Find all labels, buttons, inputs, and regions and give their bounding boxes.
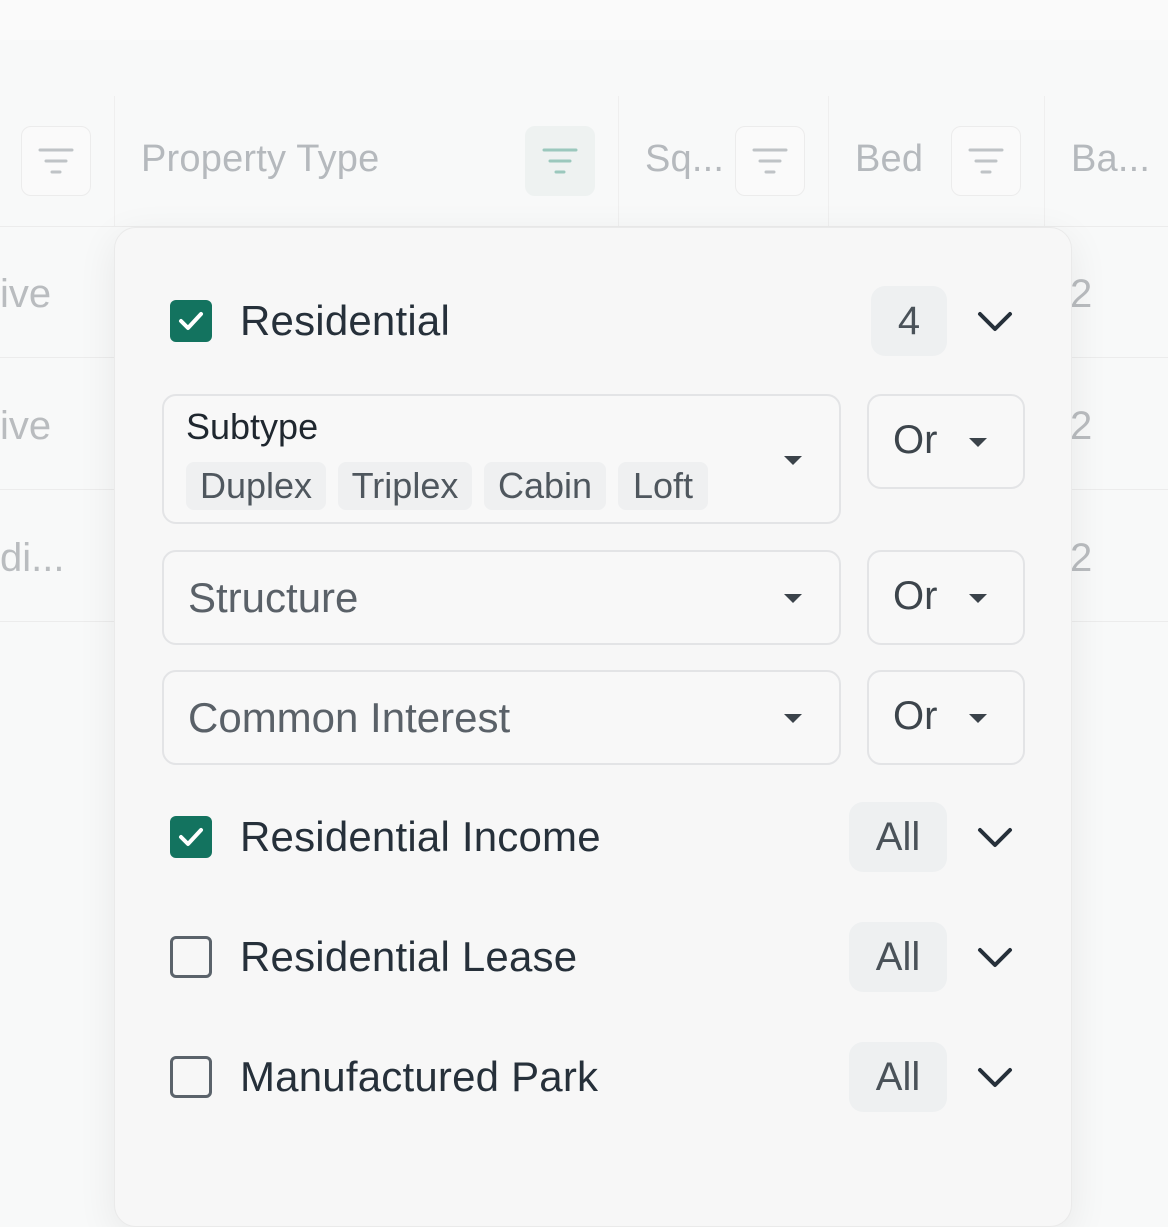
residential-count-badge: 4 xyxy=(871,286,947,356)
column-separator xyxy=(618,96,619,226)
subtype-operator-select[interactable]: Or xyxy=(867,394,1025,489)
column-title-bed[interactable]: Bed xyxy=(855,138,923,181)
common-interest-label: Common Interest xyxy=(188,694,511,741)
residential-checkbox[interactable] xyxy=(170,300,212,342)
column-title-bath[interactable]: Ba... xyxy=(1071,138,1150,181)
manufactured-park-label[interactable]: Manufactured Park xyxy=(240,1053,598,1101)
table-cell: ive xyxy=(0,272,52,316)
caret-down-icon xyxy=(969,594,987,603)
residential-label[interactable]: Residential xyxy=(240,297,450,345)
filter-lines-icon xyxy=(542,148,578,174)
column-title-sqft[interactable]: Sq... xyxy=(645,138,724,181)
top-band xyxy=(0,0,1168,40)
filter-lines-icon xyxy=(968,148,1004,174)
filter-lines-icon xyxy=(752,148,788,174)
chip-loft[interactable]: Loft xyxy=(618,462,708,510)
table-cell: di... xyxy=(0,536,65,580)
table-cell: 2 xyxy=(1070,536,1093,580)
residential-income-badge: All xyxy=(849,802,947,872)
residential-income-label[interactable]: Residential Income xyxy=(240,813,601,861)
manufactured-park-badge: All xyxy=(849,1042,947,1112)
filter-button-property-type[interactable] xyxy=(525,126,595,196)
filter-button-prev-column[interactable] xyxy=(21,126,91,196)
caret-down-icon xyxy=(784,594,802,603)
property-type-filter-panel: Residential 4 Subtype Duplex Triplex Cab… xyxy=(114,227,1072,1227)
caret-down-icon xyxy=(784,456,802,465)
chevron-down-icon[interactable] xyxy=(975,301,1015,341)
chevron-down-icon[interactable] xyxy=(975,1057,1015,1097)
filter-button-sqft[interactable] xyxy=(735,126,805,196)
check-icon xyxy=(179,828,203,846)
structure-operator-select[interactable]: Or xyxy=(867,550,1025,645)
residential-income-checkbox[interactable] xyxy=(170,816,212,858)
common-interest-operator-select[interactable]: Or xyxy=(867,670,1025,765)
caret-down-icon xyxy=(784,714,802,723)
structure-operator-value: Or xyxy=(893,574,938,618)
filter-lines-icon xyxy=(38,148,74,174)
filter-button-bed[interactable] xyxy=(951,126,1021,196)
subtype-operator-value: Or xyxy=(893,418,938,462)
chip-triplex[interactable]: Triplex xyxy=(338,462,472,510)
chip-duplex[interactable]: Duplex xyxy=(186,462,326,510)
common-interest-select[interactable]: Common Interest xyxy=(162,670,841,765)
chip-cabin[interactable]: Cabin xyxy=(484,462,606,510)
column-separator xyxy=(1044,96,1045,226)
column-title-property-type[interactable]: Property Type xyxy=(141,138,379,181)
table-cell: 2 xyxy=(1070,272,1093,316)
residential-lease-checkbox[interactable] xyxy=(170,936,212,978)
subtype-label: Subtype xyxy=(186,406,319,447)
check-icon xyxy=(179,312,203,330)
table-cell: ive xyxy=(0,404,52,448)
caret-down-icon xyxy=(969,714,987,723)
table-cell: 2 xyxy=(1070,404,1093,448)
manufactured-park-checkbox[interactable] xyxy=(170,1056,212,1098)
subtype-select[interactable]: Subtype Duplex Triplex Cabin Loft xyxy=(162,394,841,524)
structure-label: Structure xyxy=(188,574,359,621)
residential-lease-label[interactable]: Residential Lease xyxy=(240,933,577,981)
chevron-down-icon[interactable] xyxy=(975,817,1015,857)
caret-down-icon xyxy=(969,438,987,447)
common-interest-operator-value: Or xyxy=(893,694,938,738)
structure-select[interactable]: Structure xyxy=(162,550,841,645)
column-separator xyxy=(114,96,115,226)
residential-lease-badge: All xyxy=(849,922,947,992)
column-separator xyxy=(828,96,829,226)
chevron-down-icon[interactable] xyxy=(975,937,1015,977)
